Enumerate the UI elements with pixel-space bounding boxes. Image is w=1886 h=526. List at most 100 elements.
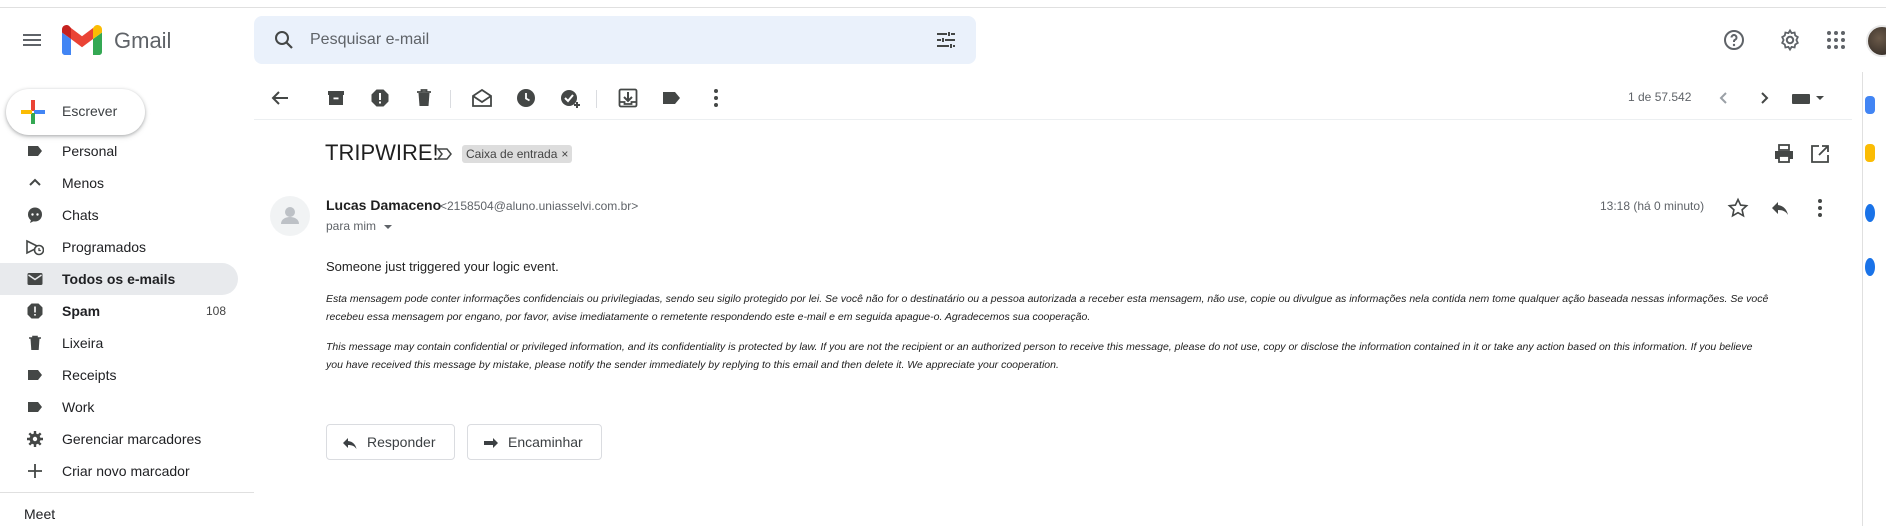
compose-plus-icon bbox=[21, 100, 45, 124]
browser-top-edge bbox=[0, 0, 1886, 8]
delete-icon[interactable] bbox=[412, 86, 436, 110]
search-options-icon[interactable] bbox=[934, 28, 958, 52]
sidebar-item-receipts[interactable]: Receipts bbox=[0, 359, 238, 391]
sidebar-item-gerenciar-marcadores[interactable]: Gerenciar marcadores bbox=[0, 423, 238, 455]
search-input[interactable] bbox=[310, 28, 870, 52]
sidebar-item-work[interactable]: Work bbox=[0, 391, 238, 423]
toolbar-separator bbox=[596, 90, 597, 108]
reply-icon[interactable] bbox=[1768, 196, 1792, 220]
report-spam-icon[interactable] bbox=[368, 86, 392, 110]
message-more-options-icon[interactable] bbox=[1808, 196, 1832, 220]
input-tools-keyboard-icon[interactable] bbox=[1790, 86, 1826, 110]
pagination-count: 1 de 57.542 bbox=[1628, 90, 1692, 104]
remove-label-icon[interactable]: × bbox=[561, 147, 568, 161]
disclaimer-en-line2: you have received this message by mistak… bbox=[326, 359, 1059, 371]
compose-label: Escrever bbox=[62, 103, 118, 119]
reply-button[interactable]: Responder bbox=[326, 424, 455, 460]
back-arrow-icon[interactable] bbox=[268, 86, 292, 110]
mark-as-unread-icon[interactable] bbox=[470, 86, 494, 110]
sidebar-item-label: Spam bbox=[62, 303, 101, 319]
all-mail-icon bbox=[27, 273, 43, 285]
snooze-clock-icon[interactable] bbox=[514, 86, 538, 110]
sidebar-item-lixeira[interactable]: Lixeira bbox=[0, 327, 238, 359]
message-timestamp: 13:18 (há 0 minuto) bbox=[1600, 199, 1705, 213]
meet-section-title[interactable]: Meet bbox=[24, 506, 55, 522]
sidebar-item-label: Receipts bbox=[62, 367, 117, 383]
contacts-addon-icon[interactable] bbox=[1865, 258, 1875, 276]
sidebar-item-menos[interactable]: Menos bbox=[0, 167, 238, 199]
apps-grid-icon[interactable] bbox=[1824, 28, 1848, 52]
forward-button-label: Encaminhar bbox=[508, 434, 583, 450]
forward-button[interactable]: Encaminhar bbox=[467, 424, 602, 460]
sidebar-item-todos-os-emails[interactable]: Todos os e-mails bbox=[0, 263, 238, 295]
chevron-up-icon bbox=[29, 178, 41, 186]
gmail-logo-icon[interactable] bbox=[62, 25, 102, 55]
sidebar-item-criar-novo-marcador[interactable]: Criar novo marcador bbox=[0, 455, 238, 487]
sidebar-item-label: Chats bbox=[62, 207, 99, 223]
spam-count-badge: 108 bbox=[205, 304, 226, 318]
inbox-label-chip[interactable]: Caixa de entrada × bbox=[462, 145, 573, 163]
toolbar-separator bbox=[450, 90, 451, 108]
label-icon bbox=[28, 370, 42, 380]
older-chevron-icon[interactable] bbox=[1752, 86, 1776, 110]
plus-icon bbox=[28, 464, 42, 478]
sidebar-item-chats[interactable]: Chats bbox=[0, 199, 238, 231]
sender-name[interactable]: Lucas Damaceno bbox=[326, 197, 441, 213]
sidebar-item-programados[interactable]: Programados bbox=[0, 231, 238, 263]
email-subject: TRIPWIRE! bbox=[325, 140, 439, 165]
label-icon bbox=[28, 402, 42, 412]
compose-button[interactable]: Escrever bbox=[6, 89, 145, 135]
recipient-details-toggle[interactable]: para mim bbox=[326, 219, 393, 233]
tasks-addon-icon[interactable] bbox=[1865, 204, 1875, 222]
reply-arrow-icon bbox=[343, 438, 357, 449]
sidebar-item-label: Menos bbox=[62, 175, 105, 191]
sender-email: <2158504@aluno.uniasselvi.com.br> bbox=[440, 199, 639, 213]
help-icon[interactable] bbox=[1722, 28, 1746, 52]
header: Gmail bbox=[0, 8, 1886, 72]
search-icon[interactable] bbox=[272, 28, 296, 52]
sidebar-item-label: Programados bbox=[62, 239, 147, 255]
message-toolbar: 1 de 57.542 bbox=[254, 76, 1852, 120]
labels-icon[interactable] bbox=[660, 86, 684, 110]
star-icon[interactable] bbox=[1726, 196, 1750, 220]
label-chip-text: Caixa de entrada bbox=[466, 147, 558, 161]
archive-icon[interactable] bbox=[324, 86, 348, 110]
email-body-text: Someone just triggered your logic event. bbox=[326, 259, 559, 274]
search-bar bbox=[254, 16, 976, 64]
sidebar-item-label: Gerenciar marcadores bbox=[62, 431, 202, 447]
account-avatar[interactable] bbox=[1866, 25, 1886, 57]
gear-icon bbox=[27, 431, 43, 447]
recipient-label: para mim bbox=[326, 219, 377, 233]
side-panel-rail bbox=[1862, 72, 1886, 526]
calendar-addon-icon[interactable] bbox=[1865, 96, 1875, 114]
sidebar: Personal Menos Chats Programados Todos o… bbox=[0, 140, 254, 526]
chat-icon bbox=[28, 207, 42, 223]
disclaimer-pt-line2: recebeu essa mensagem por engano, por fa… bbox=[326, 311, 1091, 323]
sidebar-item-personal[interactable]: Personal bbox=[0, 140, 238, 167]
label-icon bbox=[28, 146, 42, 156]
add-to-tasks-icon[interactable] bbox=[558, 86, 582, 110]
disclaimer-en-line1: This message may contain confidential or… bbox=[326, 341, 1753, 353]
reply-button-label: Responder bbox=[367, 434, 436, 450]
sidebar-item-label: Lixeira bbox=[62, 335, 104, 351]
chevron-down-icon bbox=[384, 224, 393, 229]
keep-addon-icon[interactable] bbox=[1865, 144, 1875, 162]
trash-icon bbox=[29, 335, 41, 350]
print-icon[interactable] bbox=[1772, 142, 1796, 166]
forward-arrow-icon bbox=[484, 438, 498, 448]
main-menu-icon[interactable] bbox=[20, 28, 44, 52]
sidebar-item-label: Personal bbox=[62, 143, 118, 159]
settings-gear-icon[interactable] bbox=[1778, 28, 1802, 52]
scheduled-send-icon bbox=[26, 239, 44, 256]
newer-chevron-icon[interactable] bbox=[1712, 86, 1736, 110]
more-options-icon[interactable] bbox=[704, 86, 728, 110]
sidebar-divider bbox=[0, 492, 254, 493]
app-name[interactable]: Gmail bbox=[114, 28, 171, 54]
open-in-new-window-icon[interactable] bbox=[1808, 142, 1832, 166]
sidebar-item-label: Work bbox=[62, 399, 95, 415]
default-person-icon bbox=[281, 207, 299, 224]
importance-marker-icon[interactable] bbox=[436, 145, 454, 163]
move-to-icon[interactable] bbox=[616, 86, 640, 110]
sidebar-item-spam[interactable]: Spam 108 bbox=[0, 295, 238, 327]
sender-avatar[interactable] bbox=[270, 196, 310, 236]
